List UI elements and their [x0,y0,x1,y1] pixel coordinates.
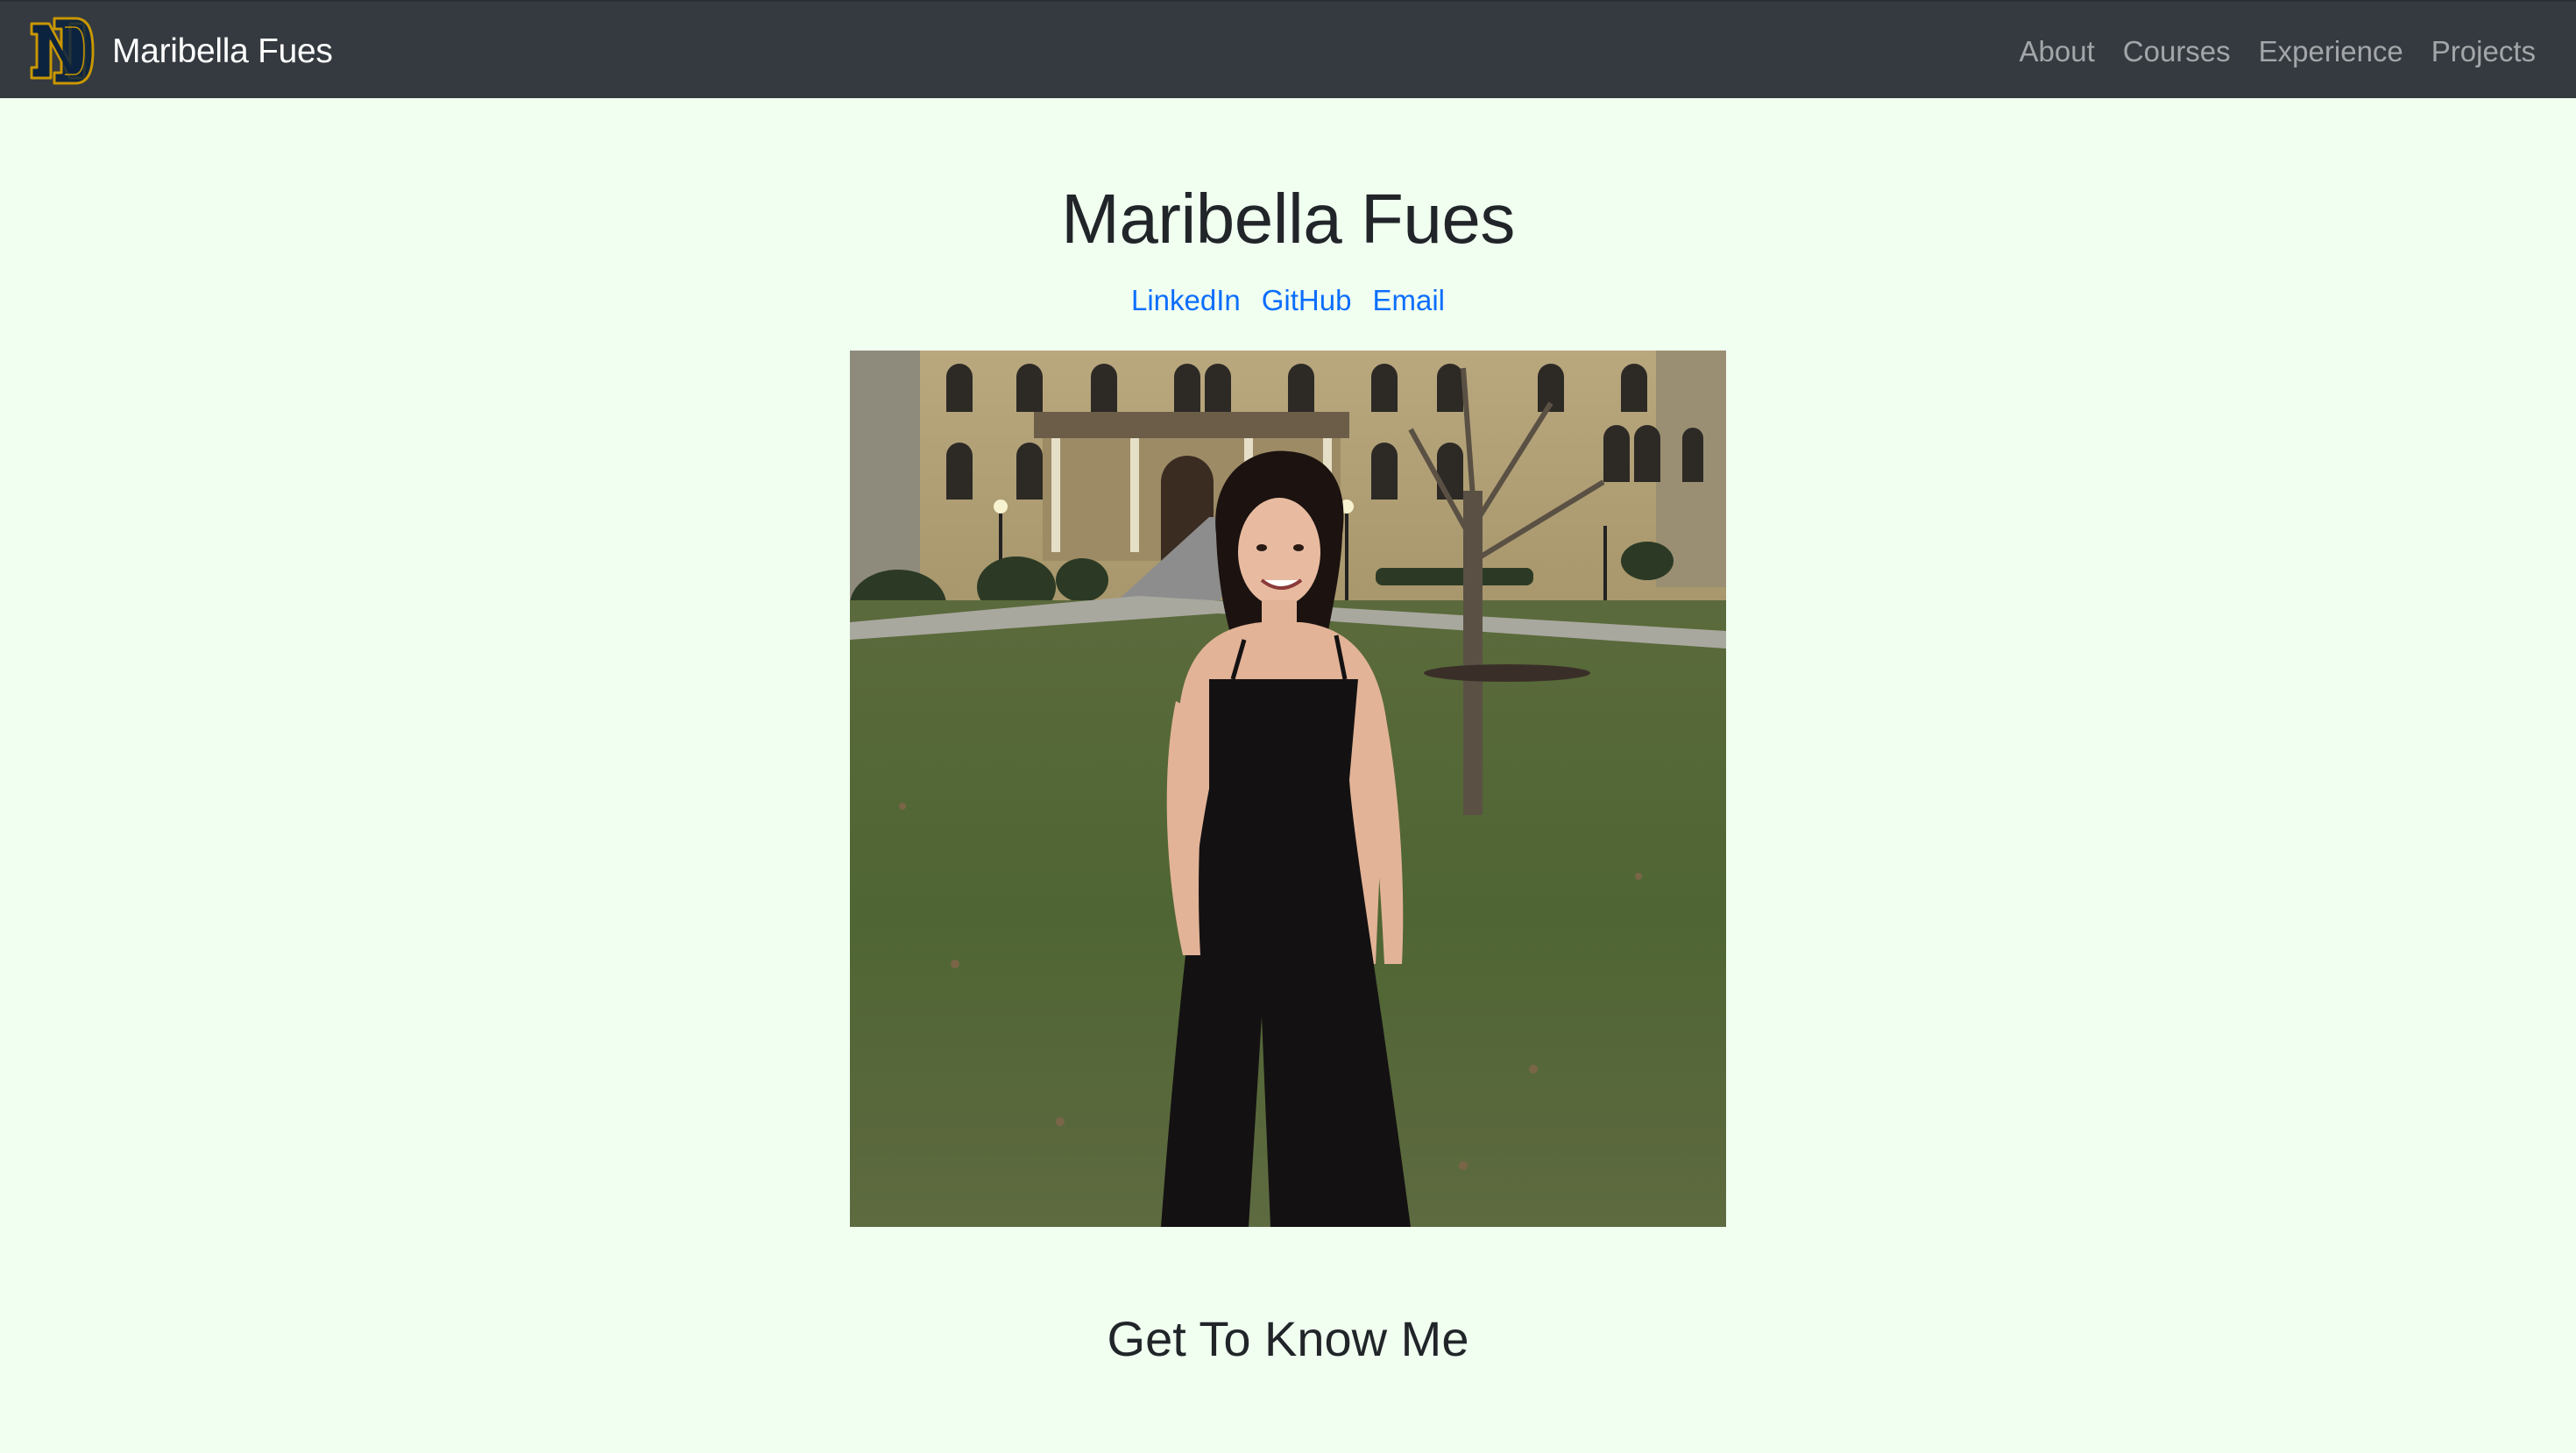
github-link[interactable]: GitHub [1262,286,1352,315]
email-link[interactable]: Email [1372,286,1445,315]
page-title: Maribella Fues [1061,180,1515,258]
brand-name: Maribella Fues [112,32,333,70]
linkedin-link[interactable]: LinkedIn [1131,286,1241,315]
navbar-brand[interactable]: Maribella Fues [26,14,333,88]
navbar: Maribella Fues About Courses Experience … [0,0,2576,98]
nd-monogram-icon [30,17,95,85]
nav-link-about[interactable]: About [2020,37,2095,66]
portrait-photo [850,351,1726,1227]
nav-link-courses[interactable]: Courses [2123,37,2231,66]
nav-link-projects[interactable]: Projects [2431,37,2536,66]
social-links: LinkedIn GitHub Email [0,286,2576,315]
nav-links: About Courses Experience Projects [1992,2,2536,100]
get-to-know-me-heading: Get To Know Me [1107,1311,1469,1366]
nav-link-experience[interactable]: Experience [2259,37,2403,66]
